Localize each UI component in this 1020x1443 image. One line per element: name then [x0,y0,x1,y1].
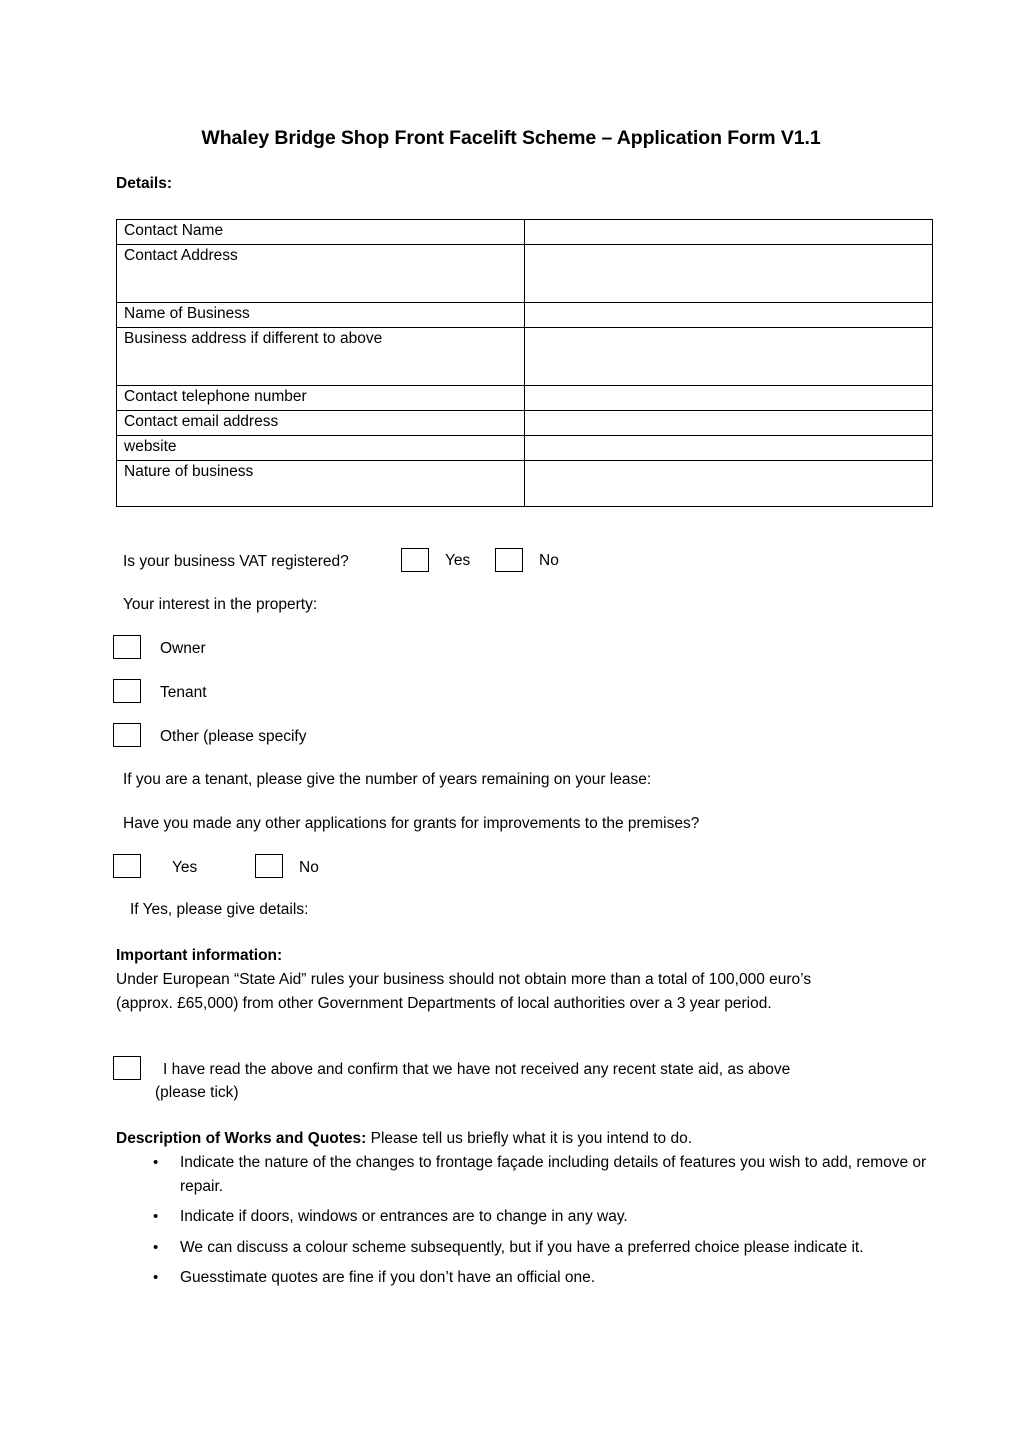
row-value-nature-of-business[interactable] [524,460,933,507]
vat-question-label: Is your business VAT registered? [123,553,349,570]
row-label-telephone: Contact telephone number [116,385,525,411]
page-title: Whaley Bridge Shop Front Facelift Scheme… [201,127,821,149]
row-label-website: website [116,435,525,461]
interest-other-label: Other (please specify [160,728,307,745]
state-aid-confirm-checkbox[interactable] [113,1056,141,1080]
works-heading: Description of Works and Quotes: Please … [116,1128,692,1150]
row-value-contact-address[interactable] [524,244,933,303]
row-value-name-of-business[interactable] [524,302,933,328]
vat-no-label: No [539,552,559,569]
table-row: website [116,435,933,461]
table-row: Nature of business [116,460,933,507]
grants-yes-label: Yes [172,859,198,876]
important-information-heading: Important information: [116,947,283,964]
state-aid-confirm-text: I have read the above and confirm that w… [155,1058,908,1104]
row-value-email[interactable] [524,410,933,436]
table-row: Name of Business [116,302,933,328]
table-row: Business address if different to above [116,327,933,386]
state-aid-confirm-line1: I have read the above and confirm that w… [163,1061,791,1078]
lease-question: If you are a tenant, please give the num… [123,771,652,788]
grants-yes-checkbox[interactable] [113,854,141,878]
row-value-telephone[interactable] [524,385,933,411]
interest-other-checkbox[interactable] [113,723,141,747]
interest-owner-label: Owner [160,640,206,657]
row-label-business-address: Business address if different to above [116,327,525,386]
row-value-business-address[interactable] [524,327,933,386]
works-heading-bold: Description of Works and Quotes: [116,1130,367,1147]
row-label-contact-name: Contact Name [116,219,525,245]
interest-owner-checkbox[interactable] [113,635,141,659]
list-item: We can discuss a colour scheme subsequen… [153,1236,970,1260]
grants-question: Have you made any other applications for… [123,815,700,832]
vat-no-checkbox[interactable] [495,548,523,572]
grants-followup-label: If Yes, please give details: [130,901,309,918]
vat-yes-label: Yes [445,552,471,569]
row-label-nature-of-business: Nature of business [116,460,525,507]
state-aid-confirm-line2: (please tick) [155,1084,239,1101]
important-information-block: Important information: Under European “S… [116,944,871,1016]
works-heading-rest: Please tell us briefly what it is you in… [366,1130,693,1147]
interest-heading: Your interest in the property: [123,596,318,613]
list-item: Indicate the nature of the changes to fr… [153,1151,970,1198]
table-row: Contact email address [116,410,933,436]
grants-no-checkbox[interactable] [255,854,283,878]
row-label-email: Contact email address [116,410,525,436]
interest-tenant-label: Tenant [160,684,207,701]
row-label-contact-address: Contact Address [116,244,525,303]
grants-no-label: No [299,859,319,876]
vat-yes-checkbox[interactable] [401,548,429,572]
row-value-website[interactable] [524,435,933,461]
important-information-body: Under European “State Aid” rules your bu… [116,971,812,1012]
table-row: Contact Address [116,244,933,303]
details-table: Contact Name Contact Address Name of Bus… [116,219,933,507]
table-row: Contact telephone number [116,385,933,411]
row-label-name-of-business: Name of Business [116,302,525,328]
list-item: Indicate if doors, windows or entrances … [153,1205,970,1229]
row-value-contact-name[interactable] [524,219,933,245]
list-item: Guesstimate quotes are fine if you don’t… [153,1266,970,1290]
works-bullet-list: Indicate the nature of the changes to fr… [116,1151,970,1297]
table-row: Contact Name [116,219,933,245]
document-page: Whaley Bridge Shop Front Facelift Scheme… [0,0,1020,1443]
interest-tenant-checkbox[interactable] [113,679,141,703]
details-section-label: Details: [116,175,172,192]
details-table-body: Contact Name Contact Address Name of Bus… [116,219,933,507]
